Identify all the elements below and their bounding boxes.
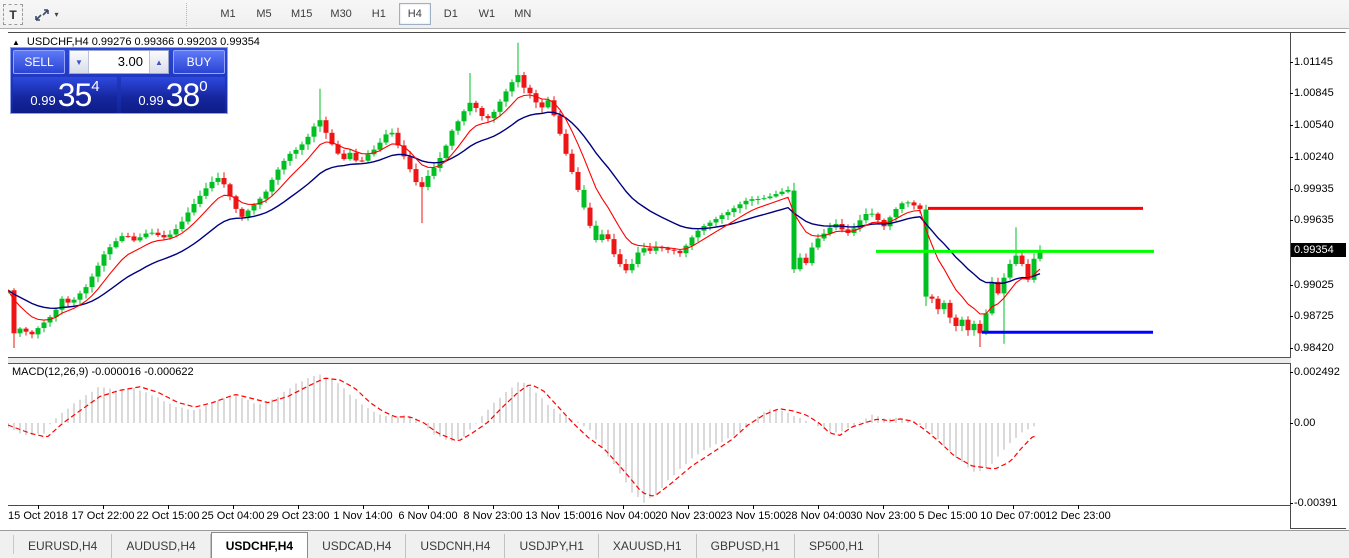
price-tick: 1.00540 [1294, 119, 1346, 131]
time-tick [688, 505, 689, 509]
timeframe-button-H4[interactable]: H4 [399, 3, 431, 25]
sell-price-sup: 4 [91, 79, 99, 94]
time-tick [428, 505, 429, 509]
tab-usdjpy-h1[interactable]: USDJPY,H1 [505, 534, 598, 558]
price-tick: 0.99025 [1294, 279, 1346, 291]
buy-button[interactable]: BUY [173, 50, 225, 74]
timeframe-button-H1[interactable]: H1 [363, 3, 395, 25]
tab-xauusd-h1[interactable]: XAUUSD,H1 [599, 534, 697, 558]
time-label: 12 Dec 23:00 [1040, 510, 1116, 522]
tab-sp500-h1[interactable]: SP500,H1 [795, 534, 879, 558]
price-tick: 1.00240 [1294, 151, 1346, 163]
price-tick: 0.99635 [1294, 214, 1346, 226]
time-tick [298, 505, 299, 509]
time-tick [363, 505, 364, 509]
time-tick [623, 505, 624, 509]
collapse-panel-icon[interactable]: ▲ [12, 38, 20, 47]
timeframe-group: M1M5M15M30H1H4D1W1MN [212, 3, 539, 26]
timeframe-button-M15[interactable]: M15 [284, 3, 319, 25]
tab-gbpusd-h1[interactable]: GBPUSD,H1 [697, 534, 795, 558]
time-tick [103, 505, 104, 509]
time-tick [558, 505, 559, 509]
price-axis[interactable]: 1.01145 1.00845 1.00540 1.00240 0.99935 0.996… [1291, 33, 1346, 528]
volume-stepper: ▼ 3.00 ▲ [69, 50, 169, 74]
one-click-trade-panel: SELL ▼ 3.00 ▲ BUY 0.99 35 4 0.99 38 0 [10, 47, 228, 114]
timeframe-button-M30[interactable]: M30 [323, 3, 358, 25]
macd-tick: -0.00391 [1294, 497, 1346, 509]
price-tick: 1.00845 [1294, 87, 1346, 99]
macd-canvas[interactable] [8, 364, 1290, 505]
arrows-tool-button[interactable]: ▾ [28, 4, 64, 25]
timeframe-button-MN[interactable]: MN [507, 3, 539, 25]
time-tick [883, 505, 884, 509]
toolbar-separator [186, 3, 187, 26]
sell-price-prefix: 0.99 [30, 91, 55, 111]
time-tick [948, 505, 949, 509]
buy-price-prefix: 0.99 [138, 91, 163, 111]
macd-tick: 0.002492 [1294, 366, 1346, 378]
tab-audusd-h4[interactable]: AUDUSD,H4 [112, 534, 210, 558]
chart-tab-bar: EURUSD,H4AUDUSD,H4USDCHF,H4USDCAD,H4USDC… [0, 530, 1349, 558]
buy-price-big: 38 [166, 79, 200, 111]
sell-price-display[interactable]: 0.99 35 4 [13, 77, 117, 113]
tab-usdchf-h4[interactable]: USDCHF,H4 [211, 532, 308, 558]
price-tick: 0.98420 [1294, 342, 1346, 354]
time-tick [233, 505, 234, 509]
timeframe-button-M5[interactable]: M5 [248, 3, 280, 25]
volume-decrease-button[interactable]: ▼ [70, 51, 89, 73]
volume-field[interactable]: 3.00 [89, 51, 149, 73]
macd-tick: 0.00 [1294, 417, 1346, 429]
price-tick: 0.98725 [1294, 310, 1346, 322]
tab-eurusd-h4[interactable]: EURUSD,H4 [14, 534, 112, 558]
price-tick: 0.99935 [1294, 183, 1346, 195]
timeframe-button-M1[interactable]: M1 [212, 3, 244, 25]
time-axis[interactable]: 15 Oct 201817 Oct 22:0022 Oct 15:0025 Oc… [8, 506, 1290, 529]
time-tick [1013, 505, 1014, 509]
time-tick [493, 505, 494, 509]
time-tick [753, 505, 754, 509]
buy-price-display[interactable]: 0.99 38 0 [121, 77, 225, 113]
panel-splitter[interactable] [8, 357, 1346, 364]
sell-button[interactable]: SELL [13, 50, 65, 74]
text-tool-button[interactable]: T [3, 4, 23, 25]
timeframe-button-W1[interactable]: W1 [471, 3, 503, 25]
buy-price-sup: 0 [199, 79, 207, 94]
tab-usdcnh-h4[interactable]: USDCNH,H4 [406, 534, 505, 558]
time-tick [818, 505, 819, 509]
tab-bar-grip [0, 535, 14, 554]
top-toolbar: T ▾ M1M5M15M30H1H4D1W1MN [0, 0, 1349, 29]
volume-increase-button[interactable]: ▲ [149, 51, 168, 73]
time-tick [38, 505, 39, 509]
mt-terminal: { "toolbar": { "text_tool": "T", "caret"… [0, 0, 1349, 558]
chevron-down-icon: ▾ [54, 10, 58, 19]
tab-usdcad-h4[interactable]: USDCAD,H4 [308, 534, 406, 558]
sell-price-big: 35 [58, 79, 92, 111]
time-tick [168, 505, 169, 509]
price-tick: 1.01145 [1294, 56, 1346, 68]
time-tick [1078, 505, 1079, 509]
arrows-icon [33, 7, 51, 23]
current-price-label: 0.99354 [1291, 243, 1346, 257]
timeframe-button-D1[interactable]: D1 [435, 3, 467, 25]
macd-indicator-label: MACD(12,26,9) -0.000016 -0.000622 [12, 366, 194, 378]
